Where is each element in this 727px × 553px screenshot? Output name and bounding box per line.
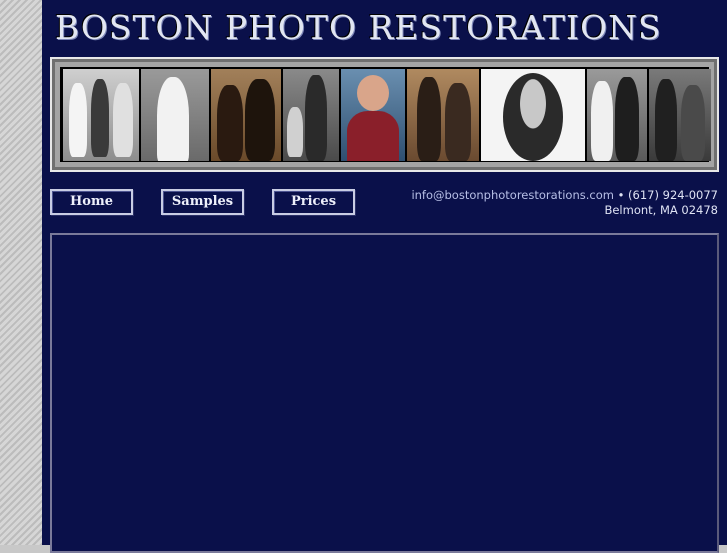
phone-number: (617) 924-0077	[628, 188, 718, 202]
contact-info: info@bostonphotorestorations.com • (617)…	[411, 188, 718, 218]
colorized-woman-photo	[341, 68, 405, 161]
photo-strip	[60, 67, 711, 162]
photo-banner	[50, 57, 719, 172]
nav-samples-button[interactable]: Samples	[161, 189, 244, 215]
oval-portrait-photo	[481, 68, 585, 161]
page-container: BOSTON PHOTO RESTORATIONS Home Samples P…	[42, 0, 727, 553]
main-content-area	[50, 233, 719, 553]
nav-prices-button[interactable]: Prices	[272, 189, 355, 215]
father-children-photo	[283, 68, 339, 161]
nav-home-button[interactable]: Home	[50, 189, 133, 215]
three-women-photo	[63, 68, 139, 161]
email-link[interactable]: info@bostonphotorestorations.com	[411, 188, 614, 202]
seated-couple-photo	[649, 68, 711, 161]
contact-line-1: info@bostonphotorestorations.com • (617)…	[411, 188, 718, 203]
couple-standing-photo	[407, 68, 479, 161]
site-title: BOSTON PHOTO RESTORATIONS	[55, 8, 662, 47]
address-text: Belmont, MA 02478	[604, 203, 718, 217]
couple-sepia-photo	[211, 68, 281, 161]
contact-separator: •	[617, 188, 625, 202]
bride-photo	[141, 68, 209, 161]
wedding-couple-photo	[587, 68, 647, 161]
left-decorative-stripe	[0, 0, 42, 545]
